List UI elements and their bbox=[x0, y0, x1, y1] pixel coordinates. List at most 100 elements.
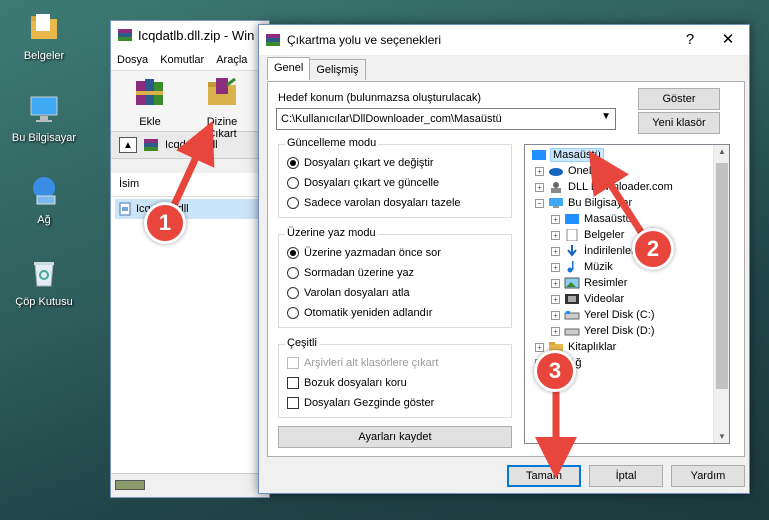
tree-vertical-scrollbar[interactable]: ▲ ▼ bbox=[713, 145, 729, 443]
radio-selected[interactable] bbox=[287, 247, 299, 259]
radio-selected[interactable] bbox=[287, 157, 299, 169]
archive-path: Icqdatlb.dll bbox=[165, 139, 218, 151]
menu-file[interactable]: Dosya bbox=[117, 54, 148, 66]
winrar-logo-icon bbox=[266, 34, 280, 46]
archive-books-icon bbox=[136, 79, 163, 105]
tab-bar: Genel Gelişmiş bbox=[267, 57, 366, 80]
add-button[interactable]: Ekle bbox=[121, 75, 179, 128]
overwrite-option-ask[interactable]: Üzerine yazmadan önce sor bbox=[287, 247, 441, 259]
tree-node-videos[interactable]: + Videolar bbox=[551, 293, 624, 305]
cloud-icon bbox=[549, 168, 563, 176]
expand-icon[interactable]: + bbox=[551, 310, 560, 320]
help-icon[interactable]: ? bbox=[675, 29, 705, 51]
tree-node-disk-c[interactable]: + Yerel Disk (C:) bbox=[551, 309, 655, 321]
menu-tools[interactable]: Araçla bbox=[216, 54, 247, 66]
dll-file-icon bbox=[119, 202, 131, 216]
menu-commands[interactable]: Komutlar bbox=[160, 54, 204, 66]
extract-to-button[interactable]: Dizine Çıkart bbox=[193, 75, 251, 140]
extract-dialog: Çıkartma yolu ve seçenekleri ? ✕ Genel G… bbox=[258, 24, 750, 494]
music-note-icon bbox=[567, 261, 574, 273]
tab-general[interactable]: Genel bbox=[267, 57, 311, 80]
column-header-name[interactable]: İsim bbox=[111, 173, 269, 197]
tree-node-onedrive[interactable]: + OneDr bbox=[535, 165, 600, 177]
scroll-down-icon[interactable]: ▼ bbox=[714, 432, 729, 441]
desktop-icon-documents[interactable]: Belgeler bbox=[4, 10, 84, 62]
desktop-icon-recycle-bin[interactable]: Çöp Kutusu bbox=[4, 256, 84, 308]
hard-drive-icon bbox=[564, 311, 580, 320]
update-option-freshen[interactable]: Sadece varolan dosyaları tazele bbox=[287, 197, 461, 209]
tab-advanced[interactable]: Gelişmiş bbox=[309, 59, 366, 80]
cancel-button[interactable]: İptal bbox=[589, 465, 663, 487]
step-callout-1: 1 bbox=[144, 202, 186, 244]
expand-icon[interactable]: + bbox=[551, 278, 560, 288]
checkbox[interactable] bbox=[287, 397, 299, 409]
network-icon bbox=[33, 177, 56, 205]
overwrite-option-rename[interactable]: Otomatik yeniden adlandır bbox=[287, 307, 432, 319]
extract-folder-icon bbox=[208, 77, 236, 105]
expand-icon[interactable]: + bbox=[551, 326, 560, 336]
new-folder-button[interactable]: Yeni klasör bbox=[638, 112, 720, 134]
tree-node-music[interactable]: + Müzik bbox=[551, 261, 613, 273]
expand-icon[interactable]: + bbox=[551, 262, 560, 272]
film-icon bbox=[565, 294, 579, 304]
misc-option-keep-broken[interactable]: Bozuk dosyaları koru bbox=[287, 377, 407, 389]
tree-node-desktop-root[interactable]: Masaüstü bbox=[531, 148, 604, 162]
expand-icon[interactable]: + bbox=[551, 294, 560, 304]
desktop-icon-this-pc[interactable]: Bu Bilgisayar bbox=[4, 92, 84, 144]
tree-node-dlldownloader[interactable]: + DLL Downloader.com bbox=[535, 181, 673, 193]
tree-node-desktop[interactable]: + Masaüstü bbox=[551, 213, 632, 225]
folder-tree[interactable]: Masaüstü + OneDr + DLL Downloader.com − … bbox=[524, 144, 730, 444]
ok-button[interactable]: Tamam bbox=[507, 465, 581, 487]
winrar-title: Icqdatlb.dll.zip - Win bbox=[138, 27, 255, 43]
show-button[interactable]: Göster bbox=[638, 88, 720, 110]
step-callout-2: 2 bbox=[632, 228, 674, 270]
desktop-icon-network[interactable]: Ağ bbox=[4, 174, 84, 226]
overwrite-option-skip[interactable]: Varolan dosyaları atla bbox=[287, 287, 410, 299]
radio[interactable] bbox=[287, 197, 299, 209]
tree-node-disk-d[interactable]: + Yerel Disk (D:) bbox=[551, 325, 655, 337]
expand-icon[interactable]: + bbox=[535, 342, 544, 352]
expand-icon[interactable]: + bbox=[551, 214, 560, 224]
tree-node-documents[interactable]: + Belgeler bbox=[551, 229, 624, 241]
update-mode-title: Güncelleme modu bbox=[285, 137, 379, 149]
dialog-titlebar: Çıkartma yolu ve seçenekleri ? ✕ bbox=[259, 25, 749, 55]
update-option-update[interactable]: Dosyaları çıkart ve güncelle bbox=[287, 177, 439, 189]
misc-option-show-in-explorer[interactable]: Dosyaları Gezginde göster bbox=[287, 397, 434, 409]
overwrite-option-without-prompt[interactable]: Sormadan üzerine yaz bbox=[287, 267, 414, 279]
archive-icon bbox=[144, 139, 158, 151]
scroll-up-icon[interactable]: ▲ bbox=[714, 147, 729, 156]
help-button[interactable]: Yardım bbox=[671, 465, 745, 487]
checkbox[interactable] bbox=[287, 377, 299, 389]
misc-option-subfolders: Arşivleri alt klasörlere çıkart bbox=[287, 357, 438, 369]
expand-icon[interactable]: + bbox=[535, 166, 544, 176]
winrar-window: Icqdatlb.dll.zip - Win Dosya Komutlar Ar… bbox=[110, 20, 270, 498]
scrollbar-thumb[interactable] bbox=[716, 163, 728, 389]
computer-icon bbox=[549, 198, 563, 208]
update-option-replace[interactable]: Dosyaları çıkart ve değiştir bbox=[287, 157, 434, 169]
tree-node-this-pc[interactable]: − Bu Bilgisayar bbox=[535, 197, 632, 209]
save-settings-button[interactable]: Ayarları kaydet bbox=[278, 426, 512, 448]
checkbox-disabled bbox=[287, 357, 299, 369]
winrar-logo-icon bbox=[118, 29, 132, 41]
tree-node-pictures[interactable]: + Resimler bbox=[551, 277, 627, 289]
expand-icon[interactable]: + bbox=[551, 246, 560, 256]
expand-icon[interactable]: + bbox=[551, 230, 560, 240]
up-folder-icon[interactable]: ▲ bbox=[119, 137, 137, 153]
radio[interactable] bbox=[287, 287, 299, 299]
destination-combobox[interactable]: C:\Kullanıcılar\DllDownloader_com\Masaüs… bbox=[276, 108, 616, 130]
file-row[interactable]: Icqdatlb.dll bbox=[115, 199, 265, 219]
overwrite-mode-title: Üzerine yaz modu bbox=[285, 227, 378, 239]
file-list: İsim Icqdatlb.dll bbox=[111, 173, 269, 473]
close-icon[interactable]: ✕ bbox=[713, 29, 743, 51]
collapse-icon[interactable]: − bbox=[535, 198, 544, 208]
expand-icon[interactable]: + bbox=[535, 182, 544, 192]
tree-node-downloads[interactable]: + İndirilenler bbox=[551, 245, 635, 257]
drive-status-icon bbox=[115, 480, 145, 490]
radio[interactable] bbox=[287, 307, 299, 319]
radio[interactable] bbox=[287, 267, 299, 279]
destination-value: C:\Kullanıcılar\DllDownloader_com\Masaüs… bbox=[281, 113, 502, 125]
chevron-down-icon[interactable]: ▼ bbox=[601, 111, 611, 122]
radio[interactable] bbox=[287, 177, 299, 189]
download-arrow-icon bbox=[567, 245, 577, 257]
hard-drive-icon bbox=[564, 328, 580, 336]
